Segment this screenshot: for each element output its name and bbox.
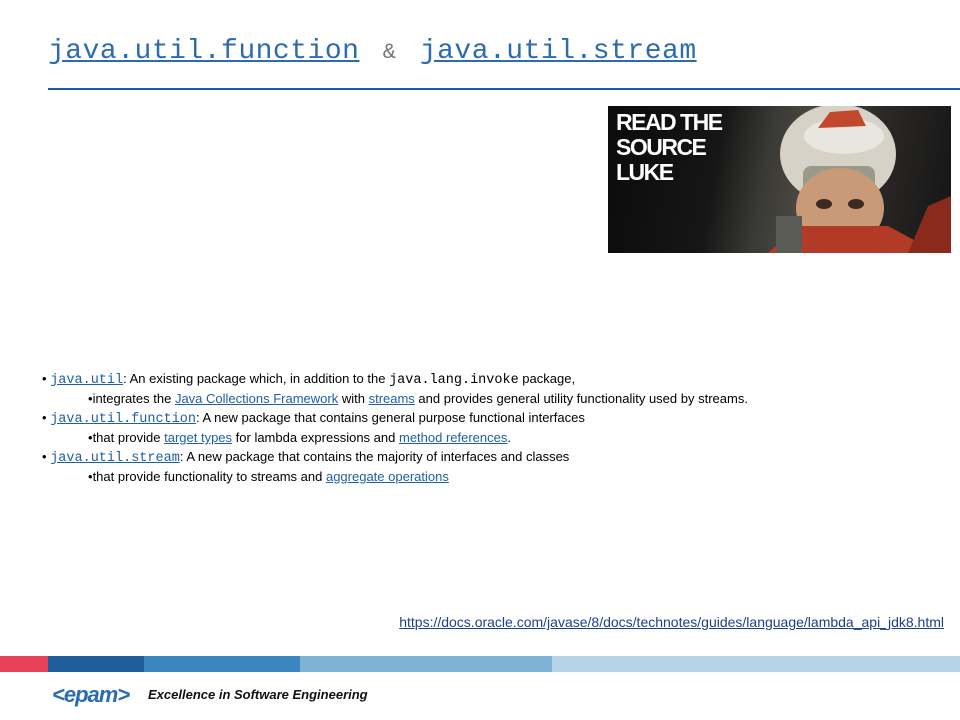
sub-item: •that provide functionality to streams a… [42,468,942,486]
link-streams[interactable]: streams [369,391,415,406]
bullet: • [42,410,47,425]
color-bar-segment [0,656,48,672]
title-link-stream[interactable]: java.util.stream [420,36,697,67]
link-target-types[interactable]: target types [164,430,232,445]
sub-text: that provide functionality to streams an… [92,469,326,484]
item-text-end: package, [518,371,576,386]
color-bar-segment [552,656,960,672]
epam-logo: <epam> [52,680,142,715]
link-java-util-function[interactable]: java.util.function [50,412,196,427]
title-link-function[interactable]: java.util.function [48,36,359,67]
epam-logo-mark: <epam> [52,682,131,707]
item-text: : A new package that contains general pu… [196,410,585,425]
title-separator: & [382,40,397,65]
color-bar-segment [300,656,552,672]
footer-color-bar [0,656,960,672]
sub-text: with [338,391,369,406]
list-item-java-util-stream: • java.util.stream: A new package that c… [42,447,942,468]
item-text: : An existing package which, in addition… [123,371,390,386]
sub-text: integrates the [92,391,175,406]
list-item-java-util-function: • java.util.function: A new package that… [42,408,942,429]
sub-text: . [507,430,512,445]
link-java-util[interactable]: java.util [50,373,123,388]
color-bar-segment [48,656,144,672]
item-text: : A new package that contains the majori… [179,449,570,464]
package-list: • java.util: An existing package which, … [42,369,942,486]
sub-text: for lambda expressions and [232,430,399,445]
sub-item: •that provide target types for lambda ex… [42,429,942,447]
poster-line-3: LUKE [616,159,674,185]
color-bar-segment [144,656,300,672]
link-collections-framework[interactable]: Java Collections Framework [175,391,338,406]
poster-image: READ THE SOURCE LUKE [608,106,951,253]
oracle-docs-link[interactable]: https://docs.oracle.com/javase/8/docs/te… [399,614,944,630]
poster-line-1: READ THE [616,109,723,135]
sub-text: that provide [92,430,165,445]
bullet: • [42,449,47,464]
code-java-lang-invoke: java.lang.invoke [389,373,519,388]
link-aggregate-operations[interactable]: aggregate operations [326,469,449,484]
poster-line-2: SOURCE [616,134,707,160]
sub-item: •integrates the Java Collections Framewo… [42,390,942,408]
poster-caption: READ THE SOURCE LUKE [616,109,723,185]
page-title: java.util.function & java.util.stream [48,36,697,67]
footer-slogan: Excellence in Software Engineering [148,687,368,702]
epam-logo-text: <epam> [52,682,130,707]
link-method-references[interactable]: method references [399,430,507,445]
title-rule [48,88,960,90]
list-item-java-util: • java.util: An existing package which, … [42,369,942,390]
sub-text: and provides general utility functionali… [414,391,748,406]
link-java-util-stream[interactable]: java.util.stream [50,451,180,466]
bullet: • [42,371,47,386]
